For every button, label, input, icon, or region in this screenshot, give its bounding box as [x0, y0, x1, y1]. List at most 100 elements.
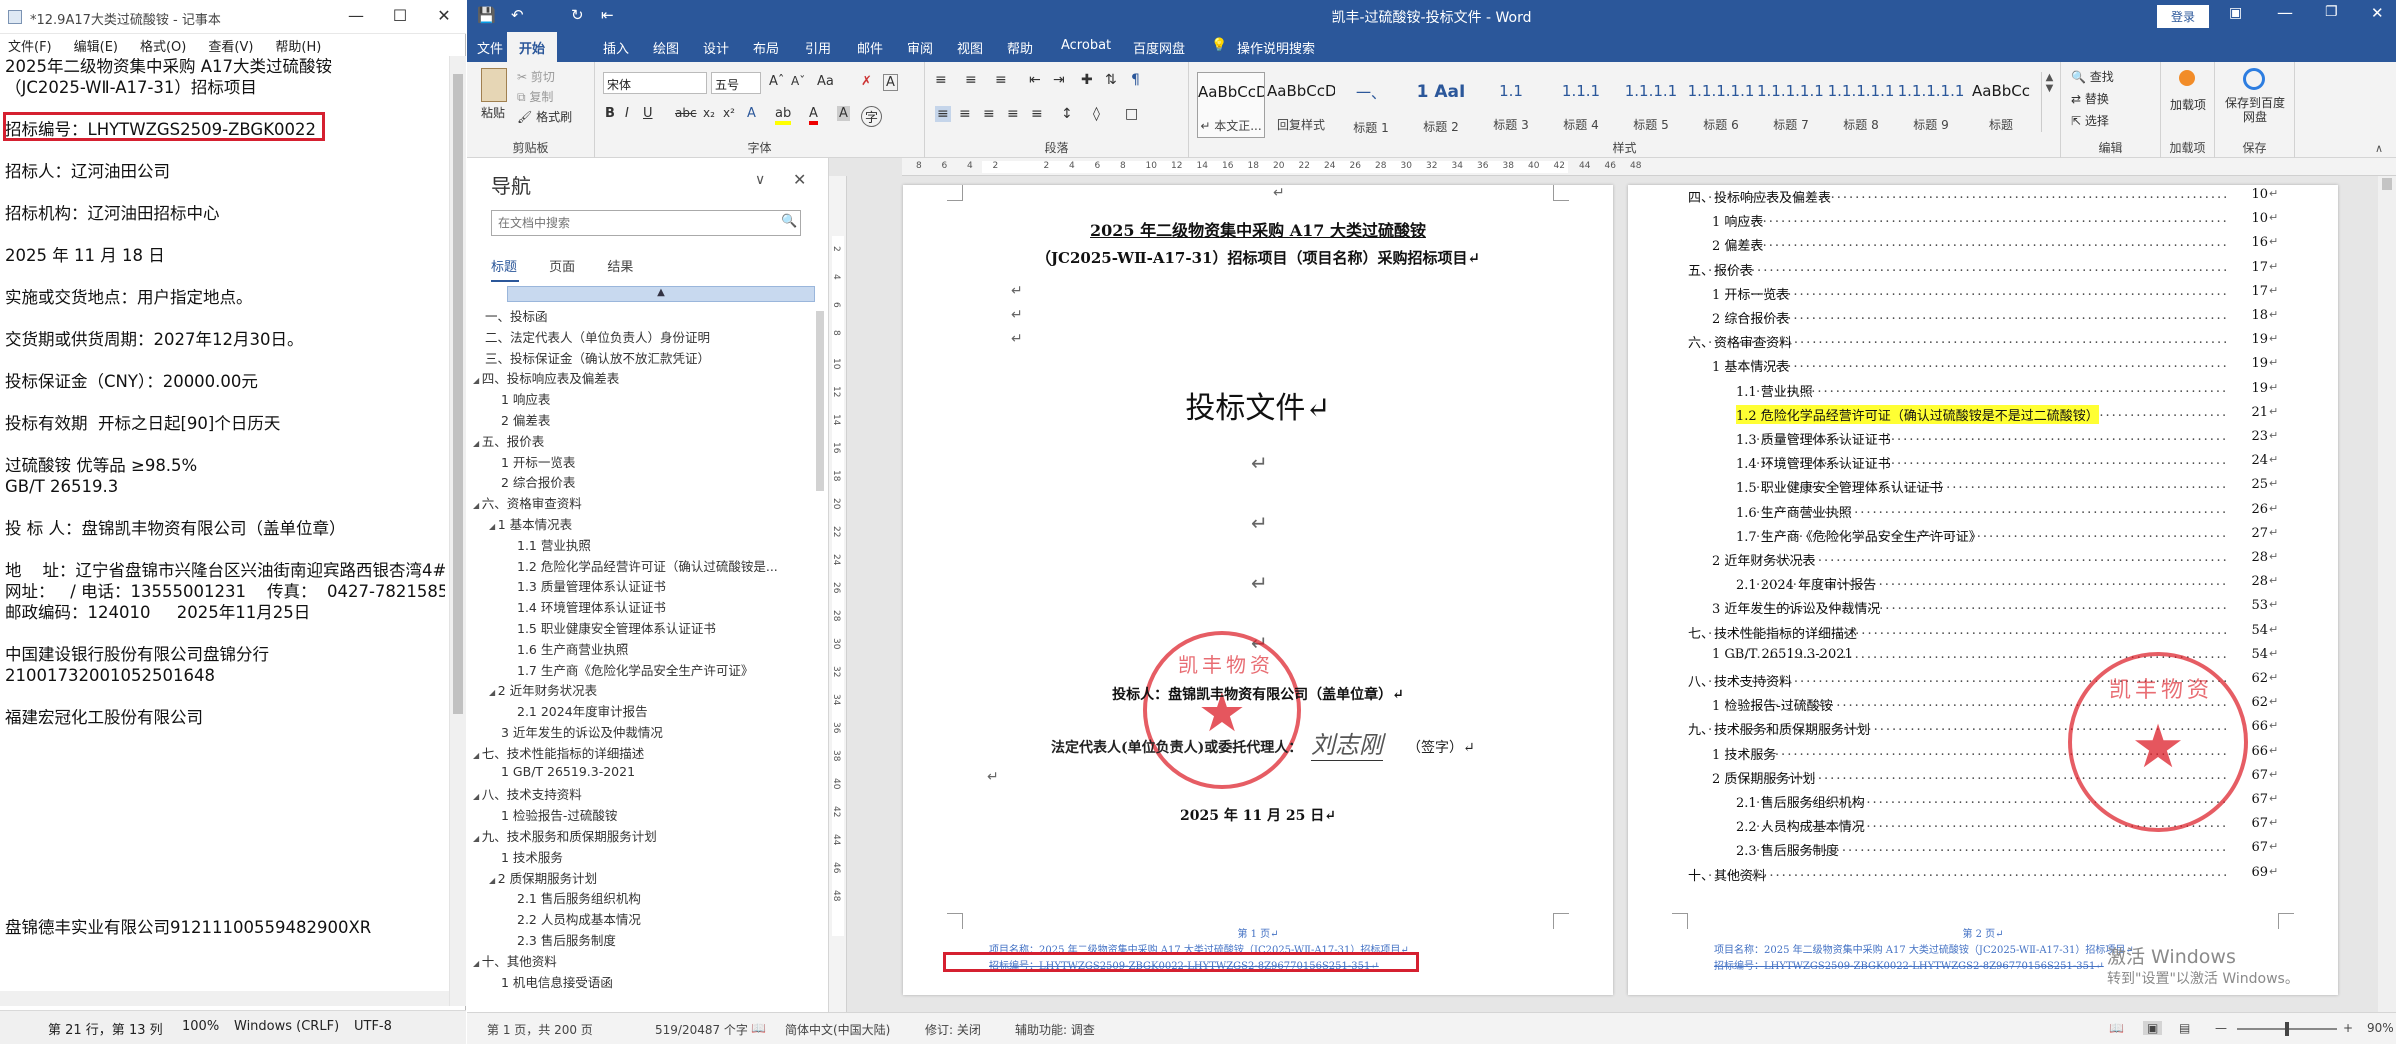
- nav-heading-item[interactable]: 2 综合报价表: [501, 472, 787, 491]
- nav-heading-item[interactable]: ◢ 八、技术支持资料: [473, 784, 775, 803]
- toc-entry[interactable]: 2.3 售后服务制度: [1736, 840, 1839, 859]
- close-button[interactable]: ✕: [422, 0, 466, 34]
- toc-entry[interactable]: 2.1 2024 年度审计报告: [1736, 574, 1876, 593]
- tab-view[interactable]: 视图: [957, 38, 983, 57]
- style-3[interactable]: 1 AaI 标题 2: [1407, 72, 1475, 138]
- show-marks-icon[interactable]: ¶: [1131, 72, 1140, 88]
- nav-heading-item[interactable]: ◢ 九、技术服务和质保期服务计划: [473, 826, 775, 845]
- collapse-triangle-icon[interactable]: ◢: [473, 376, 482, 385]
- style-4[interactable]: 1.1 标题 3: [1477, 72, 1545, 138]
- find-button[interactable]: 🔍 查找: [2071, 68, 2114, 85]
- nav-heading-item[interactable]: ◢ 十、其他资料: [473, 951, 775, 970]
- toc-entry[interactable]: 2 近年财务状况表: [1712, 550, 1815, 569]
- nav-heading-item[interactable]: 2.2 人员构成基本情况: [517, 909, 787, 928]
- toc-entry[interactable]: 四、投标响应表及偏差表: [1688, 187, 1831, 206]
- toc-entry[interactable]: 1 基本情况表: [1712, 356, 1789, 375]
- multilevel-icon[interactable]: ≡: [995, 72, 1007, 88]
- web-layout-icon[interactable]: ▤: [2179, 1021, 2190, 1035]
- addins-icon[interactable]: [2179, 70, 2195, 86]
- nav-heading-item[interactable]: 2 偏差表: [501, 410, 787, 429]
- menu-format[interactable]: 格式(O): [140, 36, 186, 55]
- tell-me-search[interactable]: 操作说明搜索: [1237, 38, 1315, 57]
- minimize-button[interactable]: —: [2277, 3, 2293, 22]
- char-border-icon[interactable]: A: [883, 74, 898, 91]
- nav-heading-item[interactable]: 1.4 环境管理体系认证证书: [517, 597, 787, 616]
- toc-entry[interactable]: 五、报价表: [1688, 260, 1753, 279]
- nav-heading-item[interactable]: 3 近年发生的诉讼及仲裁情况: [501, 722, 787, 741]
- styles-more-button[interactable]: ▲ ▼: [2041, 72, 2057, 132]
- bold-icon[interactable]: B: [605, 106, 615, 121]
- nav-heading-item[interactable]: 2.1 售后服务组织机构: [517, 888, 787, 907]
- increase-indent-icon[interactable]: ⇥: [1053, 72, 1065, 88]
- zoom-slider-thumb[interactable]: [2285, 1022, 2289, 1036]
- collapse-triangle-icon[interactable]: ◢: [473, 501, 482, 510]
- toc-entry[interactable]: 3 近年发生的诉讼及仲裁情况: [1712, 598, 1880, 617]
- toc-entry[interactable]: 2 质保期服务计划: [1712, 768, 1815, 787]
- toc-entry[interactable]: 八、技术支持资料: [1688, 671, 1792, 690]
- nav-heading-item[interactable]: 1 检验报告-过硫酸铵: [501, 805, 787, 824]
- font-size-select[interactable]: 五号: [711, 72, 761, 94]
- chinese-layout-icon[interactable]: ✚: [1081, 72, 1093, 88]
- scroll-thumb[interactable]: [453, 74, 463, 714]
- toc-entry[interactable]: 2 偏差表: [1712, 235, 1763, 254]
- toc-entry[interactable]: 1.6 生产商营业执照: [1736, 502, 1852, 521]
- nav-heading-item[interactable]: ◢ 五、报价表: [473, 431, 775, 450]
- nav-heading-item[interactable]: 1.6 生产商营业执照: [517, 639, 787, 658]
- toc-entry[interactable]: 1 GB/T 26519.3-2021: [1712, 647, 1853, 662]
- toc-entry[interactable]: 2 综合报价表: [1712, 308, 1789, 327]
- nav-close-icon[interactable]: ✕: [793, 170, 806, 189]
- baidu-cloud-icon[interactable]: [2243, 68, 2265, 90]
- text-effects-icon[interactable]: A: [747, 106, 756, 121]
- align-right-icon[interactable]: ≡: [983, 106, 995, 122]
- nav-heading-item[interactable]: ◢ 六、资格审查资料: [473, 493, 775, 512]
- toc-entry[interactable]: 七、技术性能指标的详细描述: [1688, 623, 1857, 642]
- nav-heading-item[interactable]: ◢ 2 近年财务状况表: [489, 680, 775, 699]
- maximize-button[interactable]: ☐: [378, 0, 422, 34]
- toc-entry[interactable]: 1 响应表: [1712, 211, 1763, 230]
- format-painter-button[interactable]: 🖌 格式刷: [517, 108, 572, 125]
- nav-heading-item[interactable]: ◢ 四、投标响应表及偏差表: [473, 368, 775, 387]
- nav-scrollbar[interactable]: [813, 308, 827, 1008]
- document-page-2[interactable]: ........................................…: [1628, 185, 2338, 995]
- tab-mailings[interactable]: 邮件: [857, 38, 883, 57]
- menu-view[interactable]: 查看(V): [208, 36, 253, 55]
- collapse-ribbon-icon[interactable]: ∧: [2375, 142, 2383, 155]
- nav-heading-item[interactable]: 1.1 营业执照: [517, 535, 787, 554]
- toc-entry[interactable]: 十、其他资料: [1688, 865, 1766, 884]
- collapse-triangle-icon[interactable]: ◢: [489, 876, 498, 885]
- collapse-triangle-icon[interactable]: ◢: [473, 792, 482, 801]
- sort-icon[interactable]: ⇅: [1105, 72, 1117, 88]
- nav-tab-pages[interactable]: 页面: [549, 260, 575, 275]
- nav-heading-item[interactable]: 1 GB/T 26519.3-2021: [501, 764, 787, 779]
- ribbon-display-icon[interactable]: ▣: [2229, 5, 2242, 21]
- nav-heading-item[interactable]: 1 机电信息接受语函: [501, 972, 787, 991]
- nav-heading-item[interactable]: 2.1 2024年度审计报告: [517, 701, 787, 720]
- proofing-icon[interactable]: 📖: [751, 1021, 766, 1035]
- style-11[interactable]: AaBbCc 标题: [1967, 72, 2035, 138]
- nav-tab-results[interactable]: 结果: [607, 260, 633, 275]
- strikethrough-icon[interactable]: abc: [675, 106, 697, 120]
- borders-icon[interactable]: □: [1125, 106, 1138, 122]
- toc-entry[interactable]: 2.2 人员构成基本情况: [1736, 816, 1865, 835]
- bullets-icon[interactable]: ≡: [935, 72, 947, 88]
- track-changes[interactable]: 修订: 关闭: [925, 1021, 981, 1038]
- nav-heading-item[interactable]: 二、法定代表人（单位负责人）身份证明: [485, 327, 787, 346]
- paste-icon[interactable]: [481, 68, 507, 102]
- nav-heading-item[interactable]: 1.2 危险化学品经营许可证（确认过硫酸铵是...: [517, 556, 787, 575]
- addins-button[interactable]: 加载项: [2167, 96, 2209, 113]
- change-case-icon[interactable]: Aa: [817, 74, 834, 89]
- nav-options-icon[interactable]: ∨: [755, 172, 765, 188]
- grow-font-icon[interactable]: Aˆ: [769, 74, 784, 89]
- numbering-icon[interactable]: ≡: [965, 72, 977, 88]
- document-page-1[interactable]: ↵ 2025 年二级物资集中采购 A17 大类过硫酸铵 （JC2025-WⅡ-A…: [903, 185, 1613, 995]
- shading-icon[interactable]: ◊: [1093, 106, 1100, 122]
- clear-format-icon[interactable]: ✗: [861, 74, 872, 89]
- toc-entry[interactable]: 2.1 售后服务组织机构: [1736, 792, 1865, 811]
- tab-layout[interactable]: 布局: [753, 38, 779, 57]
- nav-search-input[interactable]: [491, 210, 801, 236]
- char-shading-icon[interactable]: A: [837, 106, 850, 121]
- replace-button[interactable]: ⇄ 替换: [2071, 90, 2109, 107]
- nav-scroll-thumb[interactable]: [816, 311, 824, 491]
- select-button[interactable]: ⇱ 选择: [2071, 112, 2109, 129]
- style-6[interactable]: 1.1.1.1 标题 5: [1617, 72, 1685, 138]
